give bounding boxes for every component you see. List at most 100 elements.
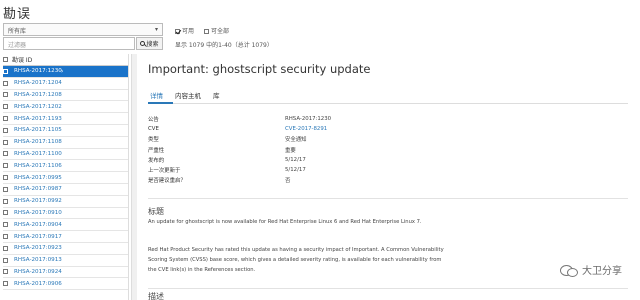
list-item[interactable]: RHSA-2017:1193 [3, 113, 128, 125]
applicable-label: 可全部 [211, 28, 230, 35]
list-item[interactable]: RHSA-2017:0987 [3, 184, 128, 196]
list-item[interactable]: RHSA-2017:0924 [3, 267, 128, 279]
list-item[interactable]: RHSA-2017:1202 [3, 101, 128, 114]
list-item[interactable]: RHSA-2017:0904 [3, 219, 128, 232]
errata-id-link[interactable]: RHSA-2017:0923 [14, 245, 62, 251]
field-type: 类型 安全通知 [148, 134, 448, 144]
chevron-right-icon: › [61, 67, 64, 75]
row-checkbox[interactable] [3, 281, 8, 287]
list-scrollbar[interactable] [131, 54, 137, 300]
row-checkbox[interactable] [3, 151, 8, 157]
field-issued: 发布的 5/12/17 [148, 155, 448, 165]
detail-tabs: 详情 内容主机 库 [148, 88, 628, 104]
cve-link[interactable]: CVE-2017-8291 [285, 126, 327, 132]
field-value: 否 [285, 178, 291, 185]
tab-details[interactable]: 详情 [148, 88, 173, 104]
list-item[interactable]: RHSA-2017:1108 [3, 137, 128, 149]
field-value: 5/12/17 [285, 167, 306, 174]
search-button-label: 搜索 [146, 41, 159, 48]
applicable-option[interactable]: 可全部 [204, 26, 229, 35]
chevron-down-icon: ▾ [154, 26, 158, 33]
row-checkbox[interactable] [3, 257, 8, 263]
errata-id-link[interactable]: RHSA-2017:0910 [14, 210, 62, 216]
errata-list: 勘误 ID RHSA-2017:1230 › RHSA-2017:1204 RHSA-… [3, 54, 129, 300]
row-checkbox[interactable] [3, 68, 8, 74]
filter-options: 可用 可全部 [175, 26, 229, 35]
errata-id-link[interactable]: RHSA-2017:1193 [14, 116, 62, 122]
errata-id-link[interactable]: RHSA-2017:0917 [14, 234, 62, 240]
list-item[interactable]: RHSA-2017:0995 [3, 172, 128, 184]
installable-checkbox[interactable] [175, 29, 180, 34]
list-header: 勘误 ID [3, 54, 128, 66]
watermark-text: 大卫分享 [582, 266, 622, 277]
errata-id-link[interactable]: RHSA-2017:0904 [14, 222, 62, 228]
section-heading-description: 描述 [148, 292, 164, 300]
errata-id-link[interactable]: RHSA-2017:0906 [14, 281, 62, 287]
row-checkbox[interactable] [3, 127, 8, 133]
list-item[interactable]: RHSA-2017:1106 [3, 160, 128, 173]
section-divider [148, 288, 628, 289]
list-item[interactable]: RHSA-2017:1204 [3, 78, 128, 90]
result-count: 显示 1079 中的1-40（总计 1079） [175, 42, 273, 49]
column-header-errata-id[interactable]: 勘误 ID [12, 55, 32, 64]
list-item[interactable]: RHSA-2017:1230 › [3, 66, 128, 78]
row-checkbox[interactable] [3, 175, 8, 181]
errata-id-link[interactable]: RHSA-2017:0924 [14, 269, 62, 275]
row-checkbox[interactable] [3, 198, 8, 204]
field-updated: 上一次更新于 5/12/17 [148, 165, 448, 175]
row-checkbox[interactable] [3, 116, 8, 122]
errata-id-link[interactable]: RHSA-2017:1208 [14, 92, 62, 98]
list-item[interactable]: RHSA-2017:1208 [3, 90, 128, 102]
row-checkbox[interactable] [3, 163, 8, 169]
tab-repositories[interactable]: 库 [211, 88, 230, 104]
errata-id-link[interactable]: RHSA-2017:1202 [14, 104, 62, 110]
row-checkbox[interactable] [3, 234, 8, 240]
search-row: 过滤器 搜索 [3, 37, 163, 50]
search-input[interactable]: 过滤器 [3, 37, 135, 50]
row-checkbox[interactable] [3, 186, 8, 192]
applicable-checkbox[interactable] [204, 29, 210, 34]
list-items: RHSA-2017:1230 › RHSA-2017:1204 RHSA-2017:1… [3, 66, 128, 291]
list-item[interactable]: RHSA-2017:1105 [3, 125, 128, 137]
errata-id-link[interactable]: RHSA-2017:1105 [14, 127, 62, 133]
errata-id-link[interactable]: RHSA-2017:1204 [14, 80, 62, 86]
field-label: 发布的 [148, 157, 165, 164]
row-checkbox[interactable] [3, 269, 8, 275]
row-checkbox[interactable] [3, 222, 8, 228]
wechat-icon [560, 263, 578, 277]
list-item[interactable]: RHSA-2017:0917 [3, 231, 128, 243]
list-item[interactable]: RHSA-2017:0906 [3, 278, 128, 291]
errata-id-link[interactable]: RHSA-2017:1100 [14, 151, 62, 157]
errata-id-link[interactable]: RHSA-2017:1106 [14, 163, 62, 169]
field-label: CVE [148, 126, 159, 133]
row-checkbox[interactable] [3, 245, 8, 251]
search-button[interactable]: 搜索 [136, 37, 163, 50]
field-label: 公告 [148, 117, 159, 124]
list-item[interactable]: RHSA-2017:0992 [3, 196, 128, 208]
row-checkbox[interactable] [3, 92, 8, 98]
installable-option[interactable]: 可用 [175, 26, 194, 35]
row-checkbox[interactable] [3, 210, 8, 216]
tab-content-hosts[interactable]: 内容主机 [173, 88, 211, 104]
errata-detail-panel: Important: ghostscript security update 详… [148, 62, 628, 300]
list-item[interactable]: RHSA-2017:0923 [3, 243, 128, 255]
list-item[interactable]: RHSA-2017:0910 [3, 208, 128, 220]
row-checkbox[interactable] [3, 80, 8, 86]
errata-id-link[interactable]: RHSA-2017:1230 [14, 68, 62, 74]
page-title: 勘误 [3, 7, 32, 22]
field-value: 安全通知 [285, 137, 307, 144]
row-checkbox[interactable] [3, 104, 8, 110]
repository-filter-select[interactable]: 所有库 ▾ [3, 23, 163, 36]
errata-id-link[interactable]: RHSA-2017:0992 [14, 198, 62, 204]
installable-label: 可用 [182, 28, 195, 35]
errata-id-link[interactable]: RHSA-2017:0995 [14, 175, 62, 181]
repository-filter-value: 所有库 [8, 28, 27, 35]
errata-id-link[interactable]: RHSA-2017:0987 [14, 186, 62, 192]
field-value: 5/12/17 [285, 156, 306, 163]
list-item[interactable]: RHSA-2017:0913 [3, 255, 128, 267]
row-checkbox[interactable] [3, 139, 8, 145]
errata-id-link[interactable]: RHSA-2017:1108 [14, 139, 62, 145]
list-item[interactable]: RHSA-2017:1100 [3, 149, 128, 161]
errata-id-link[interactable]: RHSA-2017:0913 [14, 257, 62, 263]
select-all-checkbox[interactable] [3, 57, 8, 62]
